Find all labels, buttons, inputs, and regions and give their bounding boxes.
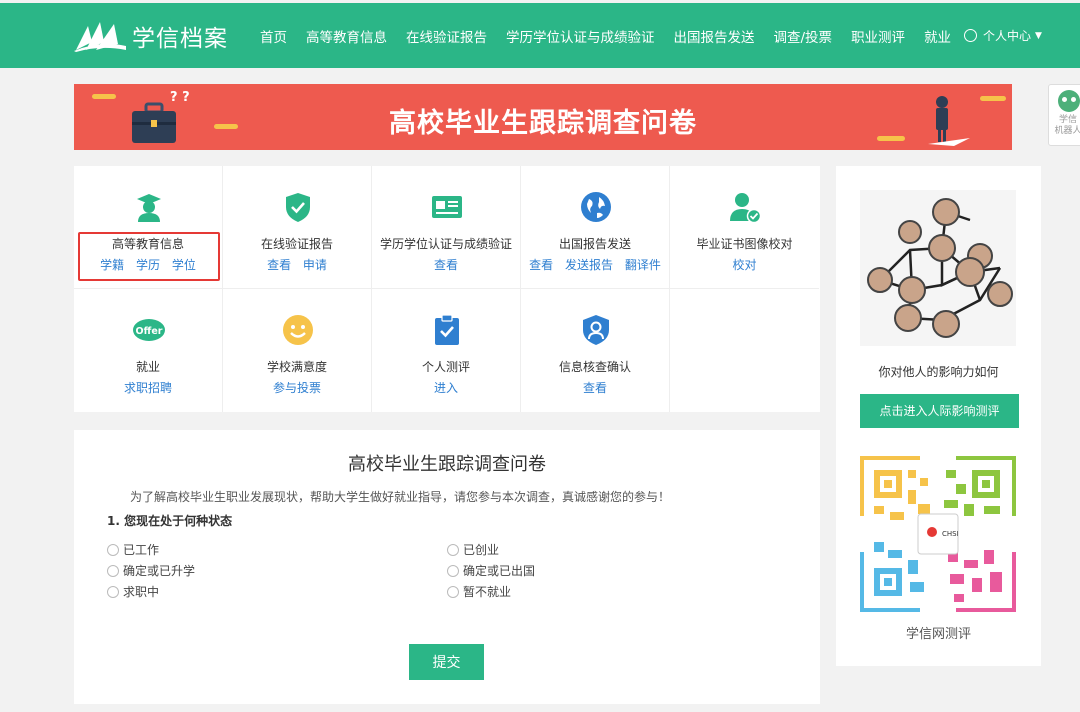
user-check-icon [730, 193, 761, 223]
service-title: 学校满意度 [266, 360, 327, 374]
link-job-search[interactable]: 求职招聘 [124, 381, 172, 395]
service-overseas-report[interactable]: 出国报告发送 查看 发送报告 翻译件 [521, 166, 670, 289]
link-vote[interactable]: 参与投票 [273, 381, 321, 395]
service-personal-assessment[interactable]: 个人测评 进入 [372, 289, 521, 412]
site-logo[interactable]: 学信档案 [74, 19, 228, 53]
service-info-verification[interactable]: 信息核查确认 查看 [521, 289, 670, 412]
service-school-satisfaction[interactable]: 学校满意度 参与投票 [223, 289, 372, 412]
question-title: 1. 您现在处于何种状态 [107, 514, 233, 528]
shield-check-icon [286, 193, 310, 222]
nav-home[interactable]: 首页 [260, 26, 287, 46]
services-grid: 高等教育信息 学籍 学历 学位 在线验证报告 查看 申请 学历学位认证与成绩验证… [74, 166, 820, 412]
qr-code-icon: CHSI [860, 456, 1016, 612]
survey-panel: 高校毕业生跟踪调查问卷 为了解高校毕业生职业发展现状，帮助大学生做好就业指导，请… [74, 430, 820, 704]
radio-button[interactable] [447, 543, 459, 556]
link-view[interactable]: 查看 [267, 258, 291, 272]
service-title: 出国报告发送 [558, 237, 631, 251]
link-view[interactable]: 查看 [434, 258, 458, 272]
option-employed[interactable]: 已工作 [107, 541, 159, 558]
service-degree-certification[interactable]: 学历学位认证与成绩验证 查看 [372, 166, 521, 289]
link-proofread[interactable]: 校对 [732, 258, 756, 272]
nav-online-verification[interactable]: 在线验证报告 [406, 26, 487, 46]
link-apply[interactable]: 申请 [303, 258, 327, 272]
empty-cell [670, 289, 819, 412]
service-title: 就业 [135, 360, 160, 374]
service-title: 个人测评 [421, 360, 470, 374]
globe-icon [581, 192, 611, 222]
radio-button[interactable] [107, 564, 119, 577]
qr-code[interactable]: CHSI [860, 456, 1016, 612]
service-title: 在线验证报告 [260, 237, 333, 251]
radio-button[interactable] [107, 543, 119, 556]
link-view[interactable]: 查看 [529, 258, 553, 272]
network-people-image[interactable] [860, 190, 1016, 346]
nav-survey-vote[interactable]: 调查/投票 [774, 26, 833, 46]
radio-button[interactable] [107, 585, 119, 598]
service-online-verification[interactable]: 在线验证报告 查看 申请 [223, 166, 372, 289]
service-title: 毕业证书图像校对 [696, 237, 793, 251]
clipboard-check-icon [435, 314, 459, 345]
user-center-menu[interactable]: 个人中心 ▼ [964, 27, 1042, 44]
nav-employment[interactable]: 就业 [924, 26, 951, 46]
robot-icon [1058, 90, 1080, 112]
service-title: 学历学位认证与成绩验证 [379, 237, 512, 251]
submit-button[interactable]: 提交 [409, 644, 484, 680]
decor-dash [92, 94, 116, 99]
option-not-employed[interactable]: 暂不就业 [447, 583, 511, 600]
logo-text: 学信档案 [132, 26, 228, 52]
link-translation[interactable]: 翻译件 [625, 258, 661, 272]
assessment-caption: 你对他人的影响力如何 [878, 365, 999, 379]
robot-label: 学信 机器人 [1054, 115, 1080, 136]
nav-degree-certification[interactable]: 学历学位认证与成绩验证 [506, 26, 655, 46]
survey-intro: 为了解高校毕业生职业发展现状，帮助大学生做好就业指导，请您参与本次调查，真诚感谢… [130, 490, 671, 504]
logo-icon [74, 22, 126, 52]
highlight-box [78, 232, 220, 281]
banner-title: 高校毕业生跟踪调查问卷 [389, 108, 697, 139]
nav-higher-education[interactable]: 高等教育信息 [306, 26, 387, 46]
graduate-icon [137, 194, 161, 222]
qr-caption: 学信网测评 [905, 627, 971, 642]
service-title: 信息核查确认 [558, 360, 631, 374]
nav-career-assessment[interactable]: 职业测评 [851, 26, 905, 46]
service-diploma-check[interactable]: 毕业证书图像校对 校对 [670, 166, 819, 289]
qr-brand-text: CHSI [942, 530, 959, 538]
user-shield-icon [583, 315, 609, 345]
smile-icon [283, 315, 313, 345]
radio-button[interactable] [447, 585, 459, 598]
survey-title: 高校毕业生跟踪调查问卷 [348, 454, 546, 475]
robot-assistant[interactable]: 学信 机器人 [1048, 84, 1080, 146]
graduate-figure-icon [928, 96, 970, 146]
option-abroad[interactable]: 确定或已出国 [447, 562, 535, 579]
user-icon [964, 29, 977, 42]
service-employment[interactable]: Offer 就业 求职招聘 [74, 289, 223, 412]
radio-button[interactable] [447, 564, 459, 577]
top-nav-bar: 学信档案 首页 高等教育信息 在线验证报告 学历学位认证与成绩验证 出国报告发送… [0, 3, 1080, 68]
option-entrepreneur[interactable]: 已创业 [447, 541, 499, 558]
offer-icon: Offer [133, 319, 165, 341]
link-view[interactable]: 查看 [583, 381, 607, 395]
assessment-side-panel: 你对他人的影响力如何 点击进入人际影响测评 CHSI 学信网测评 [836, 166, 1041, 666]
user-center-label: 个人中心 [983, 29, 1032, 43]
svg-text:Offer: Offer [136, 326, 163, 337]
nav-overseas-report[interactable]: 出国报告发送 [674, 26, 755, 46]
enter-assessment-button[interactable]: 点击进入人际影响测评 [860, 394, 1019, 428]
main-nav: 首页 高等教育信息 在线验证报告 学历学位认证与成绩验证 出国报告发送 调查/投… [260, 3, 970, 68]
certificate-icon [432, 196, 462, 218]
option-further-study[interactable]: 确定或已升学 [107, 562, 195, 579]
network-graph-image [867, 198, 1013, 338]
link-send-report[interactable]: 发送报告 [565, 258, 613, 272]
link-enter[interactable]: 进入 [434, 381, 458, 395]
option-job-seeking[interactable]: 求职中 [107, 583, 159, 600]
chevron-down-icon: ▼ [1035, 30, 1042, 41]
survey-banner[interactable]: ? ? 高校毕业生跟踪调查问卷 [74, 84, 1012, 150]
